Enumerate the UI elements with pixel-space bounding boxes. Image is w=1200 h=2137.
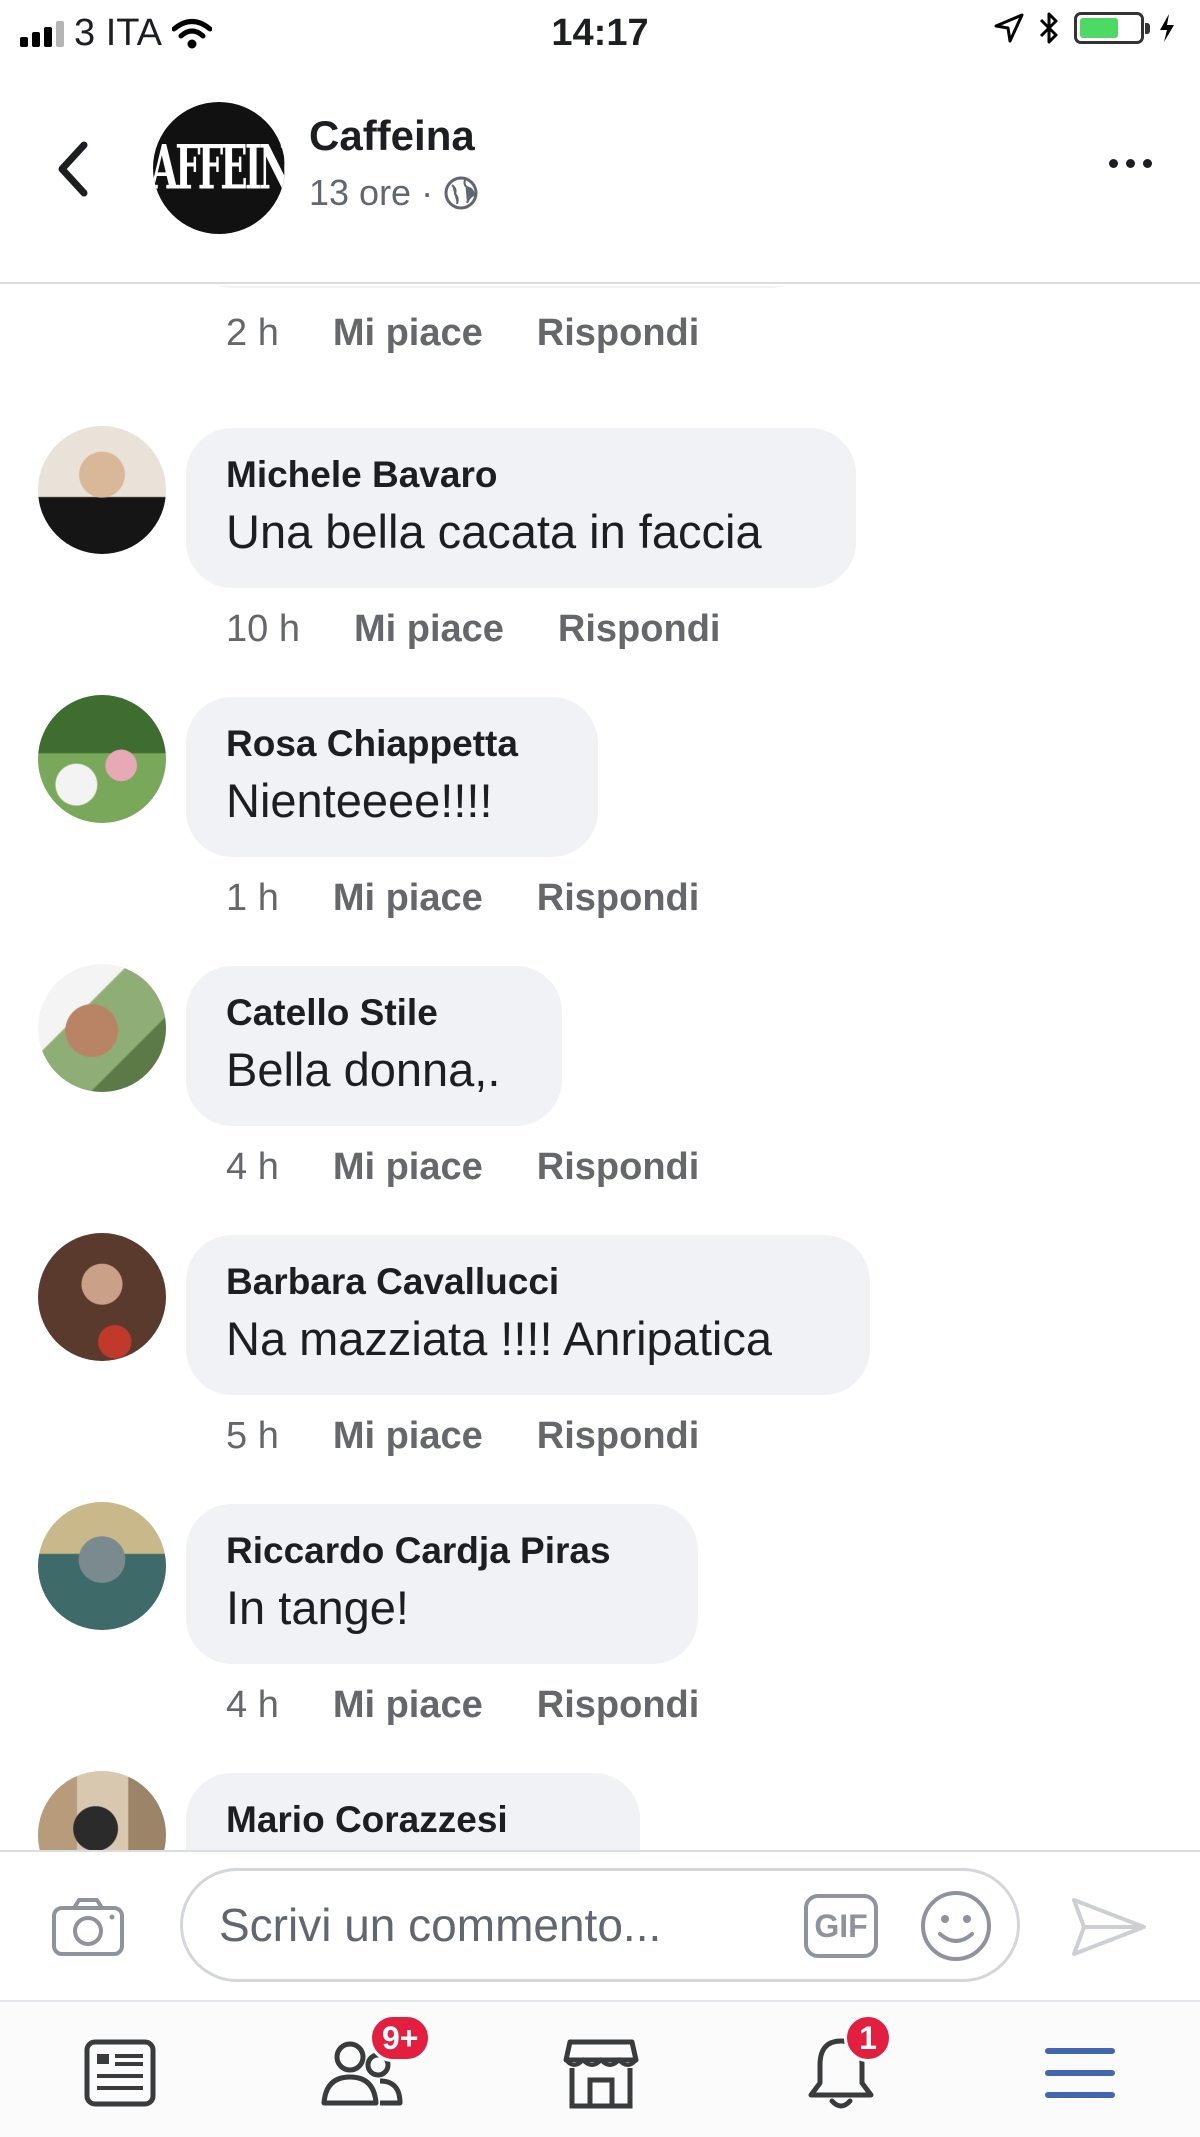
page-logo-text: CAFFEINA <box>153 132 285 204</box>
comment-author[interactable]: Rosa Chiappetta <box>226 723 558 765</box>
comment-time: 10 h <box>226 608 300 650</box>
notifications-badge: 1 <box>844 2014 892 2062</box>
comment-time: 5 h <box>226 1415 279 1457</box>
reply-button[interactable]: Rispondi <box>537 312 700 355</box>
bluetooth-icon <box>1039 12 1058 44</box>
more-dot-icon <box>1109 159 1118 168</box>
comment-time: 4 h <box>226 1146 279 1188</box>
like-button[interactable]: Mi piace <box>333 1684 483 1727</box>
tab-menu[interactable] <box>1035 2028 1125 2118</box>
tab-friend-requests[interactable]: 9+ <box>317 2014 432 2118</box>
comment-text: Una bella cacata in faccia <box>226 505 762 558</box>
send-button[interactable] <box>1070 1894 1148 1965</box>
reply-button[interactable]: Rispondi <box>558 608 721 651</box>
comment-text: Nienteeee!!!! <box>226 774 493 827</box>
like-button[interactable]: Mi piace <box>333 1415 483 1458</box>
post-header: CAFFEINA Caffeina 13 ore · <box>0 64 1200 284</box>
comment-bubble: Rosa Chiappetta Nienteeee!!!! <box>186 697 598 857</box>
status-right <box>994 10 1176 46</box>
camera-icon <box>52 1898 124 1956</box>
marketplace-icon <box>563 2039 639 2109</box>
like-button[interactable]: Mi piace <box>354 608 504 651</box>
comment-actions: 1 h Mi piace Rispondi <box>226 877 699 920</box>
tab-marketplace[interactable] <box>556 2028 646 2118</box>
comment-input[interactable] <box>180 1868 1020 1982</box>
reply-button[interactable]: Rispondi <box>537 1415 700 1458</box>
avatar[interactable] <box>38 1233 166 1361</box>
hamburger-menu-icon <box>1045 2048 1115 2098</box>
avatar[interactable] <box>38 426 166 554</box>
page-avatar[interactable]: CAFFEINA <box>153 102 285 234</box>
comment-actions: 2 h Mi piace Rispondi <box>226 312 699 355</box>
comment-text: Bella donna,. <box>226 1043 501 1096</box>
camera-button[interactable] <box>50 1894 126 1963</box>
more-dot-icon <box>1126 159 1135 168</box>
battery-icon <box>1074 12 1150 44</box>
like-button[interactable]: Mi piace <box>333 312 483 355</box>
comment-bubble: Riccardo Cardja Piras In tange! <box>186 1504 698 1664</box>
friends-badge: 9+ <box>369 2014 432 2062</box>
avatar[interactable] <box>38 1771 166 1850</box>
smiley-icon <box>921 1891 991 1961</box>
avatar[interactable] <box>38 964 166 1092</box>
page-name[interactable]: Caffeina <box>309 112 475 160</box>
comment-author[interactable]: Riccardo Cardja Piras <box>226 1530 658 1572</box>
like-button[interactable]: Mi piace <box>333 1146 483 1189</box>
comment-time: 1 h <box>226 877 279 919</box>
back-button[interactable] <box>48 134 98 204</box>
post-meta: 13 ore · <box>309 172 479 214</box>
comment-bubble: Catello Stile Bella donna,. <box>186 966 562 1126</box>
comment-text: Na mazziata !!!! Anripatica <box>226 1312 772 1365</box>
comment-actions: 10 h Mi piace Rispondi <box>226 608 720 651</box>
meta-separator: · <box>421 172 434 213</box>
comment-author[interactable]: Mario Corazzesi <box>226 1799 600 1841</box>
news-feed-icon <box>84 2039 156 2107</box>
more-dot-icon <box>1143 159 1152 168</box>
comment-actions: 4 h Mi piace Rispondi <box>226 1146 699 1189</box>
status-bar: 3 ITA 14:17 <box>0 0 1200 64</box>
emoji-button[interactable] <box>918 1888 994 1969</box>
comments-list[interactable]: 2 h Mi piace Rispondi Michele Bavaro Una… <box>0 286 1200 1850</box>
comment-actions: 4 h Mi piace Rispondi <box>226 1684 699 1727</box>
comment-bubble: Mario Corazzesi <box>186 1773 640 1850</box>
chevron-left-icon <box>58 141 88 197</box>
bottom-tab-bar: 9+ 1 <box>0 2000 1200 2137</box>
comment-author[interactable]: Michele Bavaro <box>226 454 816 496</box>
reply-button[interactable]: Rispondi <box>537 1146 700 1189</box>
reply-button[interactable]: Rispondi <box>537 1684 700 1727</box>
avatar[interactable] <box>38 1502 166 1630</box>
more-options-button[interactable] <box>1109 159 1152 168</box>
comment-author[interactable]: Barbara Cavallucci <box>226 1261 830 1303</box>
gif-button[interactable]: GIF <box>804 1894 878 1958</box>
globe-icon <box>444 176 478 210</box>
charging-bolt-icon <box>1160 14 1174 42</box>
comment-author[interactable]: Catello Stile <box>226 992 522 1034</box>
avatar[interactable] <box>38 695 166 823</box>
comment-bubble: Michele Bavaro Una bella cacata in facci… <box>186 428 856 588</box>
send-icon <box>1072 1898 1146 1956</box>
comment-composer: GIF <box>0 1850 1200 2000</box>
tab-news-feed[interactable] <box>75 2028 165 2118</box>
like-button[interactable]: Mi piace <box>333 877 483 920</box>
comment-text: In tange! <box>226 1581 409 1634</box>
comment-time: 4 h <box>226 1684 279 1726</box>
reply-button[interactable]: Rispondi <box>537 877 700 920</box>
tab-notifications[interactable]: 1 <box>796 2014 892 2118</box>
location-arrow-icon <box>994 13 1024 43</box>
post-age: 13 ore <box>309 172 412 213</box>
comment-actions: 5 h Mi piace Rispondi <box>226 1415 699 1458</box>
comment-bubble <box>186 286 816 288</box>
comment-time: 2 h <box>226 312 279 354</box>
comment-bubble: Barbara Cavallucci Na mazziata !!!! Anri… <box>186 1235 870 1395</box>
